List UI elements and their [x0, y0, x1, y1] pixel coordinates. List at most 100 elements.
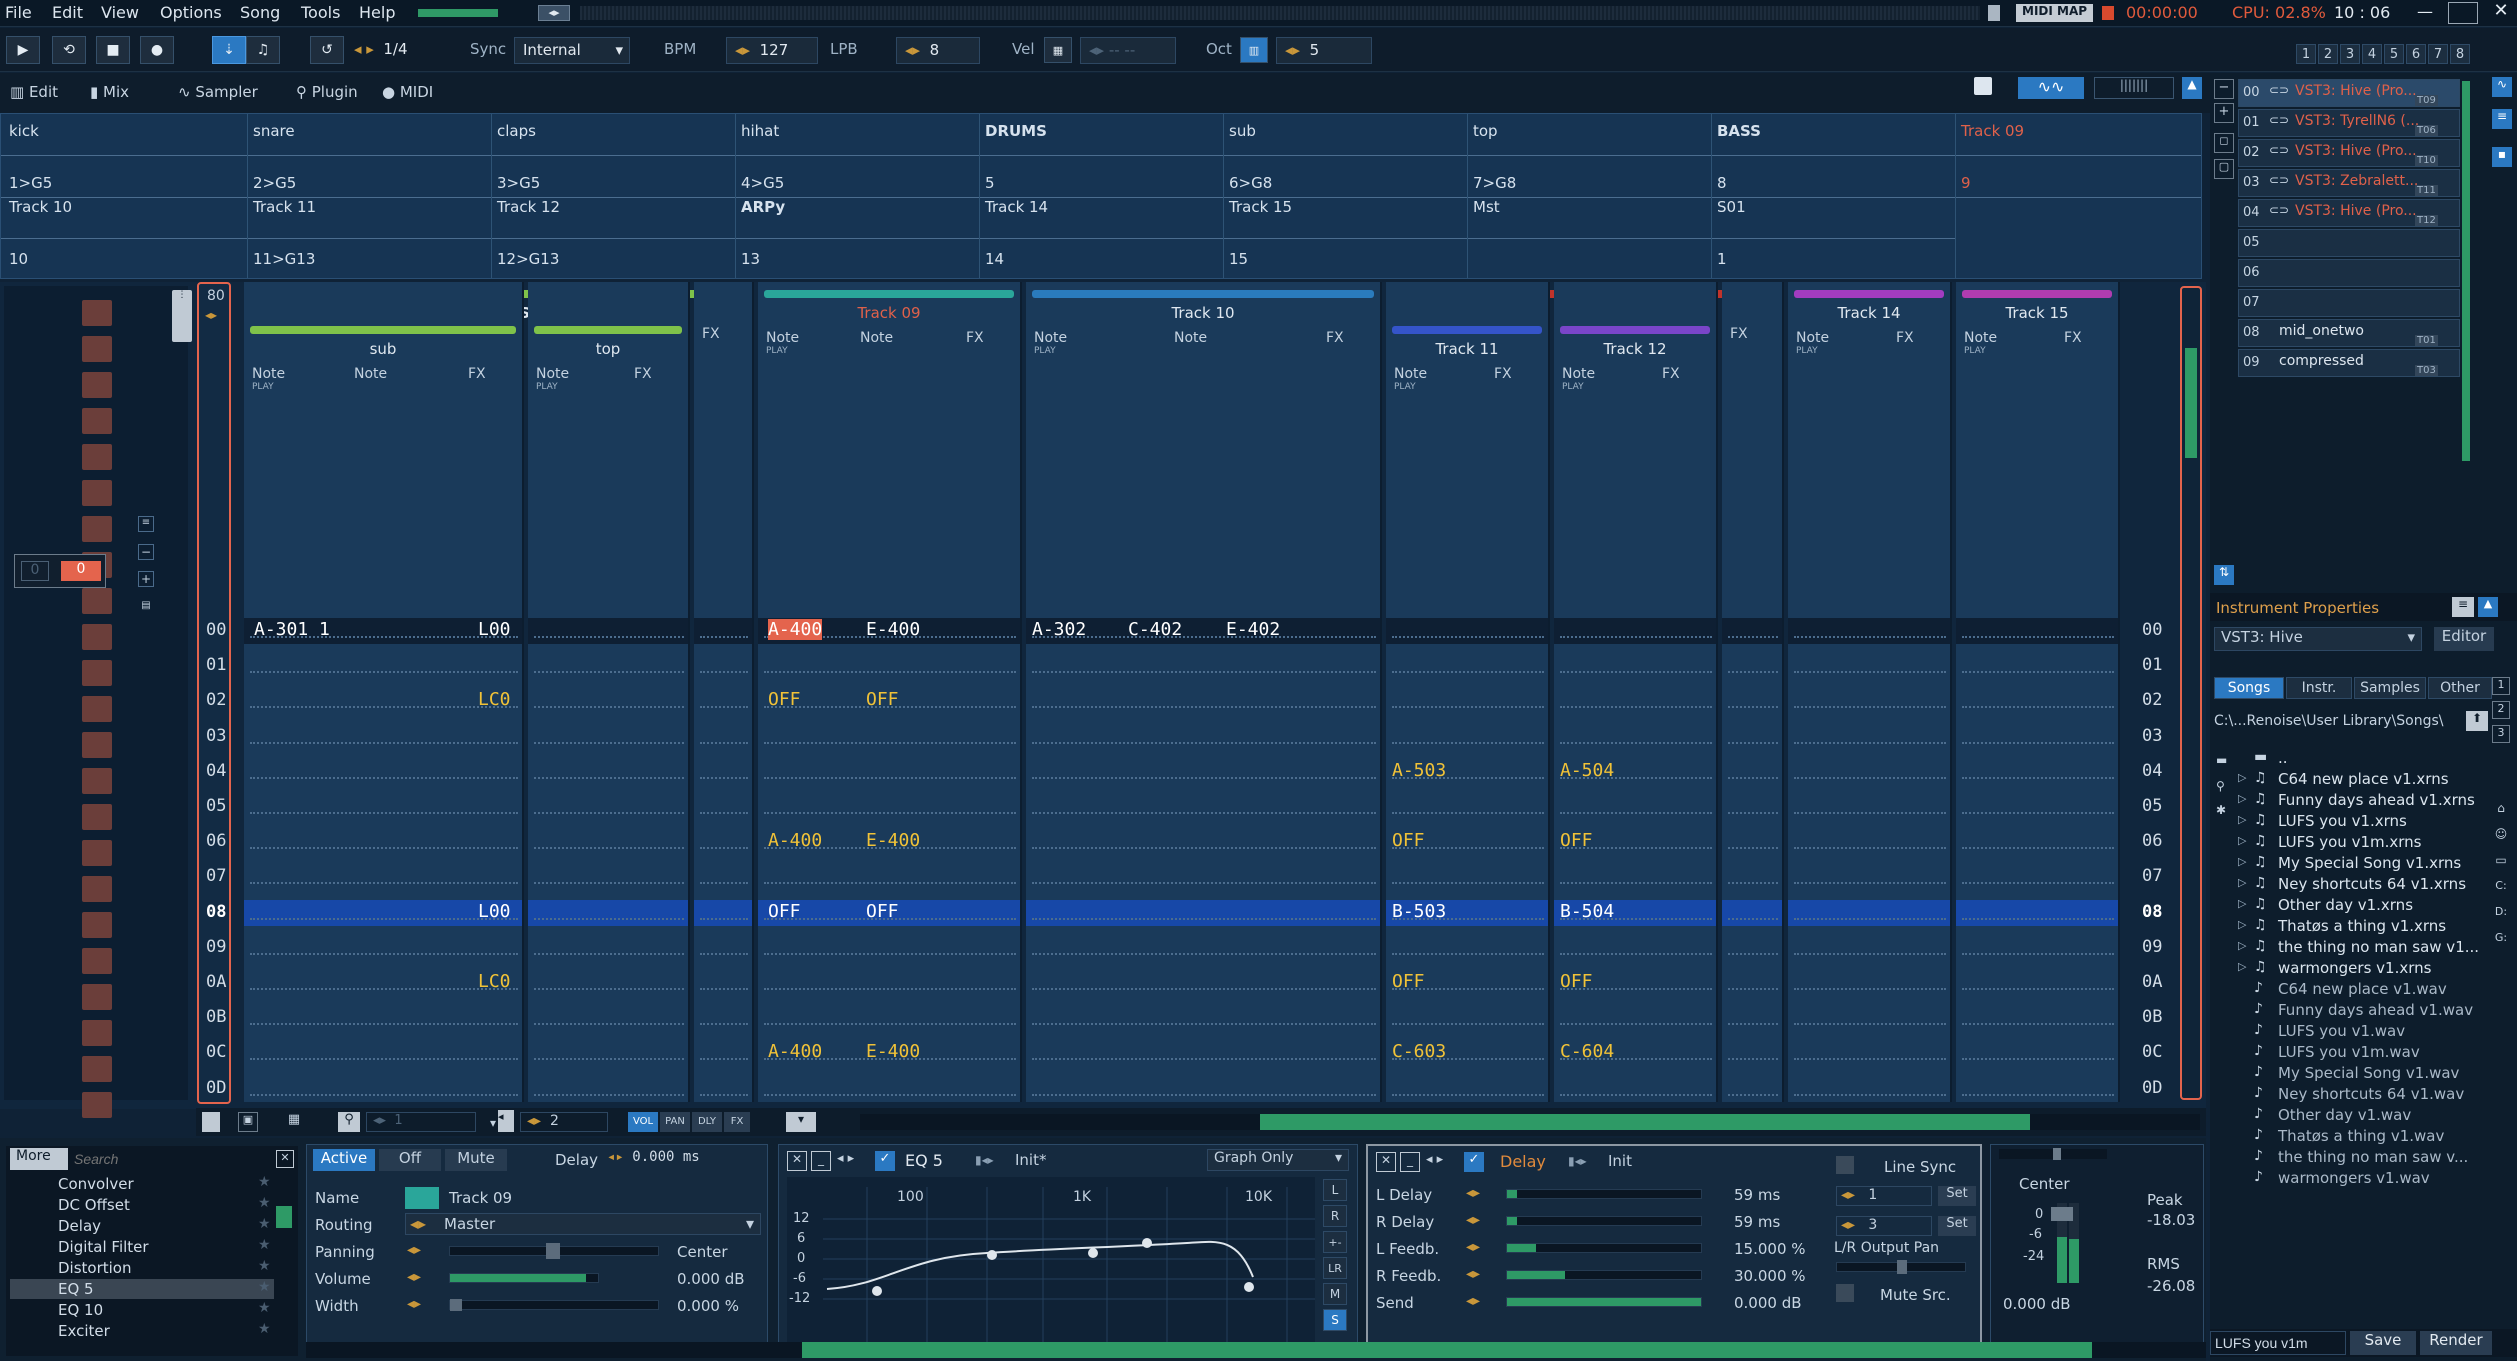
pattern-row[interactable] — [1554, 794, 1716, 820]
sync-select[interactable]: Internal ▾ — [514, 37, 630, 64]
sequence-slot-row1-0[interactable]: kick — [9, 122, 39, 140]
note-cell[interactable]: L00 — [478, 619, 511, 640]
sequence-slot[interactable] — [82, 372, 112, 398]
pattern-row[interactable] — [1956, 1076, 2118, 1102]
note-cell[interactable]: OFF — [768, 901, 801, 922]
expand-icon[interactable]: ▷ — [2238, 813, 2246, 826]
pattern-row[interactable] — [1956, 724, 2118, 750]
favorite-icon[interactable]: ★ — [258, 1258, 271, 1274]
sequence-slot-row2-6[interactable]: 7>G8 — [1473, 174, 1516, 192]
pattern-row[interactable] — [528, 935, 688, 961]
minimize-icon[interactable]: — — [2410, 2, 2440, 24]
pattern-row[interactable] — [528, 829, 688, 855]
pattern-row[interactable] — [1788, 970, 1950, 996]
delay-nav-icon[interactable]: ◂ ▸ — [1426, 1152, 1443, 1167]
instrument-slot[interactable]: 01 ⊂⊃ VST3: TyrellN6 (... T06 — [2238, 109, 2460, 137]
menu-view[interactable]: View — [101, 3, 139, 22]
expand-icon[interactable]: ▷ — [2238, 855, 2246, 868]
menu-options[interactable]: Options — [160, 3, 222, 22]
instrument-slot[interactable]: 09 compressed T03 — [2238, 349, 2460, 377]
master-volume-slider[interactable] — [418, 9, 498, 17]
note-cell[interactable]: OFF — [866, 689, 899, 710]
mute-button[interactable]: Mute — [445, 1149, 507, 1171]
sequence-slot-row4-1[interactable]: 11>G13 — [253, 250, 315, 268]
pattern-row[interactable] — [1554, 935, 1716, 961]
keyboard-icon[interactable]: ▥ — [1240, 37, 1268, 63]
follow-icon[interactable]: ⇣ — [212, 36, 246, 64]
sequence-slot-row2-0[interactable]: 1>G5 — [9, 174, 52, 192]
pattern-row[interactable] — [1026, 724, 1380, 750]
pattern-row[interactable] — [1722, 899, 1782, 926]
delay-param-slider[interactable] — [1506, 1216, 1702, 1226]
sequence-slot-row3-7[interactable]: S01 — [1717, 198, 1746, 216]
dly-column-toggle[interactable]: DLY — [692, 1112, 722, 1132]
file-item[interactable]: LUFS you v1.xrns — [2278, 812, 2407, 830]
drive-d-icon[interactable]: D: — [2492, 905, 2510, 923]
note-cell[interactable]: OFF — [1560, 971, 1593, 992]
pattern-row[interactable] — [1026, 864, 1380, 890]
disk-icon[interactable]: ▪ — [2492, 147, 2512, 167]
collapse-icon[interactable]: ▲ — [2478, 597, 2498, 617]
pattern-row[interactable] — [244, 794, 522, 820]
file-item[interactable]: LUFS you v1m.wav — [2278, 1043, 2420, 1061]
sequence-slot-row1-4[interactable]: DRUMS — [985, 122, 1047, 140]
panning-slider[interactable] — [449, 1243, 659, 1259]
param-step-icon[interactable]: ◂▸ — [1466, 1293, 1480, 1309]
track-button-2[interactable]: 2 — [2318, 44, 2338, 64]
sequence-slot-row2-7[interactable]: 8 — [1717, 174, 1727, 192]
fx-icon[interactable]: ▾ — [786, 1112, 816, 1132]
delay-minimize-icon[interactable]: _ — [1400, 1152, 1420, 1172]
tab-plugin[interactable]: ⚲ Plugin — [296, 83, 358, 101]
pattern-row[interactable] — [1788, 829, 1950, 855]
sequence-slot[interactable] — [82, 660, 112, 686]
loop-icon[interactable]: ⟲ — [52, 36, 86, 64]
pattern-row[interactable] — [1026, 653, 1380, 679]
pattern-row[interactable] — [1386, 794, 1548, 820]
mute-src-checkbox[interactable] — [1836, 1284, 1854, 1302]
left-sync-field[interactable]: ◂▸ 1 — [1836, 1186, 1932, 1206]
pattern-row[interactable] — [1386, 724, 1548, 750]
pattern-row[interactable] — [758, 970, 1020, 996]
pattern-row[interactable] — [1554, 653, 1716, 679]
sequence-slot-row2-3[interactable]: 4>G5 — [741, 174, 784, 192]
favorite-icon[interactable]: ★ — [258, 1300, 271, 1316]
pattern-row[interactable] — [758, 864, 1020, 890]
note-cell[interactable]: L00 — [478, 901, 511, 922]
pattern-row[interactable] — [1386, 864, 1548, 890]
left-set-button[interactable]: Set — [1938, 1186, 1976, 1206]
browser-search-icon[interactable]: ⚲ — [2216, 779, 2234, 797]
sequence-slot-row3-6[interactable]: Mst — [1473, 198, 1500, 216]
note-cell[interactable]: A-301 1 — [254, 619, 330, 640]
pattern-row[interactable] — [528, 759, 688, 785]
grid-icon[interactable]: ▦ — [284, 1112, 304, 1132]
dsp-scrollbar[interactable] — [306, 1342, 2206, 1358]
active-button[interactable]: Active — [313, 1149, 375, 1171]
sequence-slot-row3-0[interactable]: Track 10 — [9, 198, 72, 216]
sequence-slot[interactable] — [82, 624, 112, 650]
pattern-row[interactable] — [528, 970, 688, 996]
file-item[interactable]: the thing no man saw v1... — [2278, 938, 2479, 956]
pattern-row[interactable] — [1026, 829, 1380, 855]
pattern-row[interactable] — [1956, 829, 2118, 855]
pattern-row[interactable] — [694, 618, 752, 644]
lpb-field[interactable]: ◂▸ 8 — [896, 37, 980, 64]
pattern-row[interactable] — [1026, 1005, 1380, 1031]
pattern-row[interactable] — [1026, 759, 1380, 785]
note-cell[interactable]: A-400 — [768, 830, 822, 851]
sequence-slot-row3-5[interactable]: Track 15 — [1229, 198, 1292, 216]
note-cell[interactable]: A-400 — [768, 1041, 822, 1062]
sequence-slot-row1-3[interactable]: hihat — [741, 122, 779, 140]
dsp-scroll-thumb[interactable] — [802, 1342, 2092, 1358]
record-icon[interactable]: ● — [140, 36, 174, 64]
track-name[interactable]: sub — [244, 340, 522, 358]
tab-edit[interactable]: ▥ Edit — [10, 83, 58, 101]
track-name[interactable]: Track 11 — [1386, 340, 1548, 358]
tab-songs[interactable]: Songs — [2214, 677, 2284, 699]
pattern-row[interactable] — [758, 653, 1020, 679]
favorite-icon[interactable]: ★ — [258, 1216, 271, 1232]
folder-icon[interactable]: ▬ — [2216, 753, 2234, 769]
effect-item[interactable]: EQ 10 ★ — [10, 1300, 274, 1320]
pattern-row[interactable] — [528, 653, 688, 679]
pattern-row[interactable] — [244, 829, 522, 855]
editor-button[interactable]: Editor — [2434, 627, 2494, 651]
